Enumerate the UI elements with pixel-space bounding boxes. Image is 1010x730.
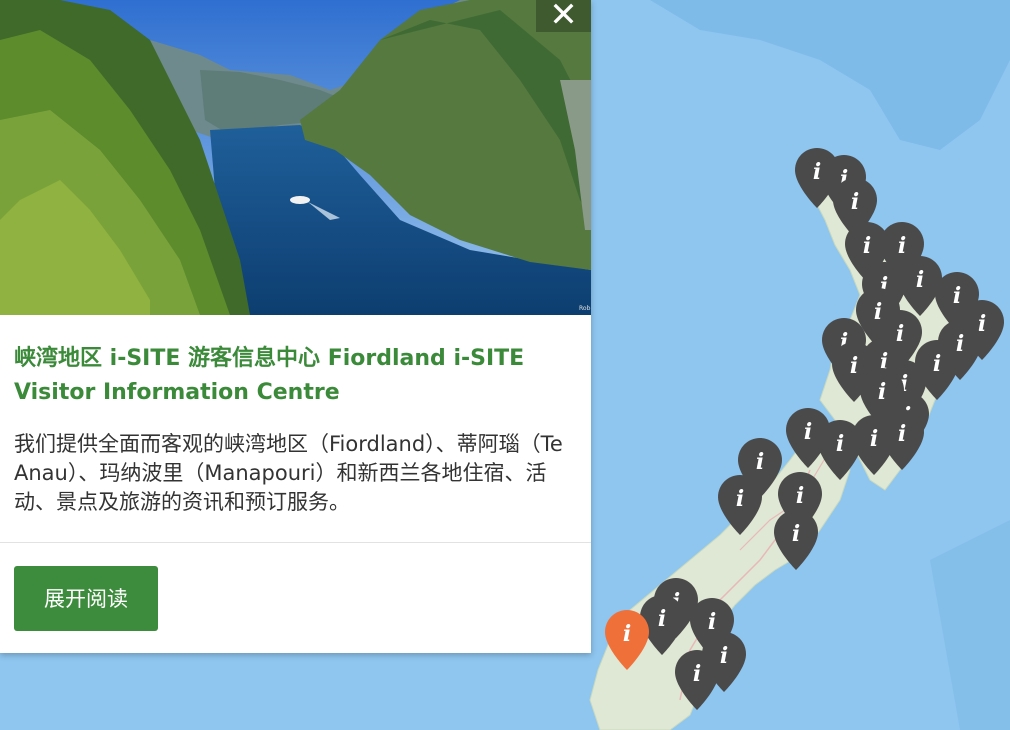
fiord-photo: Rob — [0, 0, 591, 315]
close-icon: ✕ — [549, 0, 578, 35]
hero-image: Rob — [0, 0, 591, 315]
read-more-button[interactable]: 展开阅读 — [14, 566, 158, 631]
divider — [0, 542, 591, 543]
info-panel: Rob ✕ 峡湾地区 i-SITE 游客信息中心 Fiordland i-SIT… — [0, 0, 591, 653]
photo-credit: Rob — [579, 305, 591, 312]
page-title: 峡湾地区 i-SITE 游客信息中心 Fiordland i-SITE Visi… — [14, 346, 525, 405]
close-button[interactable]: ✕ — [536, 0, 591, 32]
description: 我们提供全面而客观的峡湾地区（Fiordland）、蒂阿瑙（Te Anau）、玛… — [14, 432, 563, 514]
